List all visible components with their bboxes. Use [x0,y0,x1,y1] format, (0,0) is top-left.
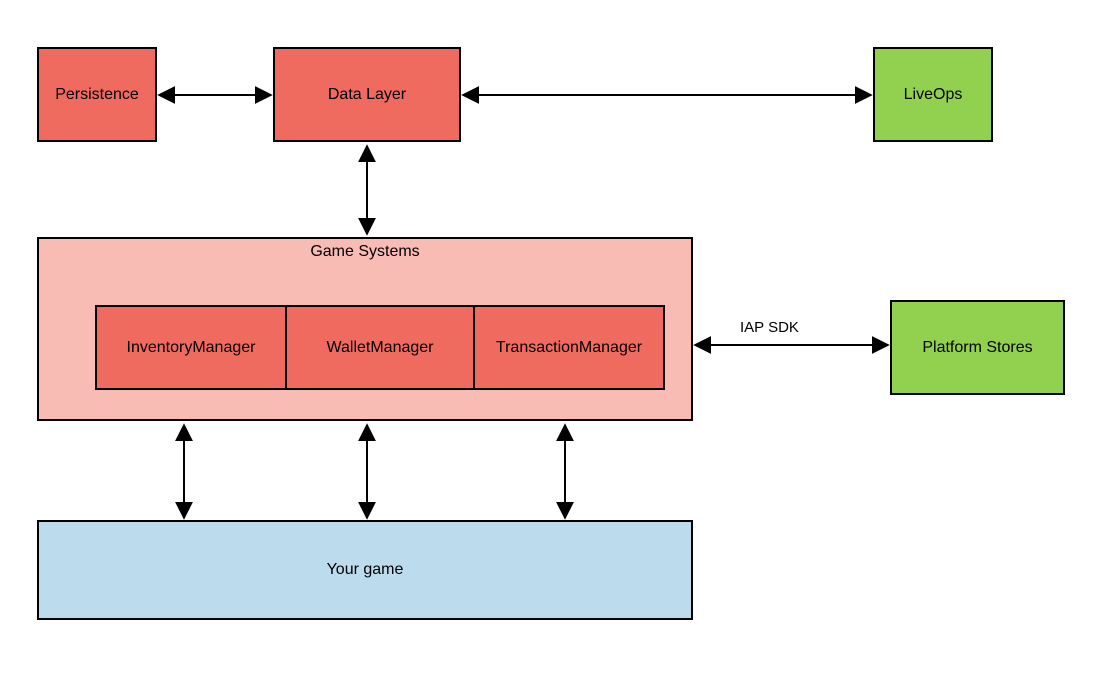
edge-label-iap-sdk: IAP SDK [740,319,799,336]
label-game-systems: Game Systems [310,243,419,261]
label-inventory-manager: InventoryManager [127,339,256,357]
box-inventory-manager: InventoryManager [95,305,287,390]
label-transaction-manager: TransactionManager [496,339,642,357]
text-iap-sdk: IAP SDK [740,319,799,336]
box-liveops: LiveOps [873,47,993,142]
box-transaction-manager: TransactionManager [473,305,665,390]
box-data-layer: Data Layer [273,47,461,142]
label-persistence: Persistence [55,86,139,104]
diagram-canvas: { "boxes": { "persistence": "Persistence… [0,0,1120,700]
box-platform-stores: Platform Stores [890,300,1065,395]
box-wallet-manager: WalletManager [285,305,475,390]
box-persistence: Persistence [37,47,157,142]
label-wallet-manager: WalletManager [326,339,433,357]
label-platform-stores: Platform Stores [922,339,1032,357]
box-your-game: Your game [37,520,693,620]
label-data-layer: Data Layer [328,86,406,104]
label-liveops: LiveOps [904,86,963,104]
label-your-game: Your game [327,561,404,579]
